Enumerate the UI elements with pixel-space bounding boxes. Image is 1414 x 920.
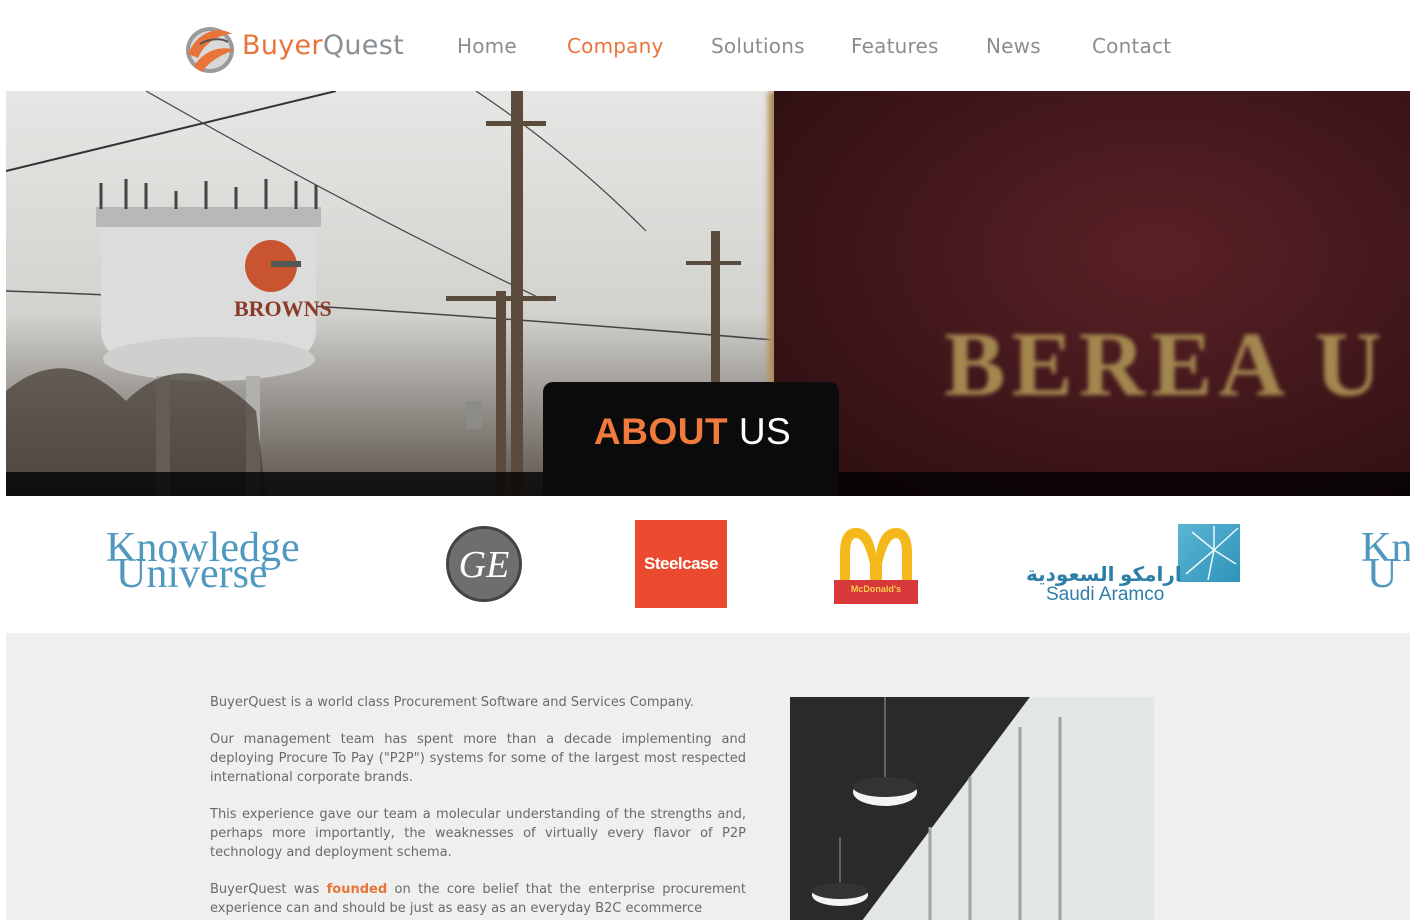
nav-contact[interactable]: Contact xyxy=(1092,34,1171,58)
logo-wordmark: BuyerQuest xyxy=(242,30,404,61)
buyerquest-logo[interactable]: BuyerQuest xyxy=(180,20,410,76)
nav-news[interactable]: News xyxy=(986,34,1041,58)
about-paragraph-3: This experience gave our team a molecula… xyxy=(210,807,746,860)
logo-word-quest: Quest xyxy=(322,30,404,61)
logo-word-buyer: Buyer xyxy=(242,30,323,61)
aramco-star-icon xyxy=(1178,524,1240,582)
about-paragraph-2: Our management team has spent more than … xyxy=(210,732,746,785)
aramco-english-text: Saudi Aramco xyxy=(1046,584,1165,605)
site-header: BuyerQuest Home Company Solutions Featur… xyxy=(6,6,1410,91)
page: BuyerQuest Home Company Solutions Featur… xyxy=(6,6,1410,920)
about-paragraph-4: BuyerQuest was founded on the core belie… xyxy=(210,880,746,918)
nav-home[interactable]: Home xyxy=(457,34,517,58)
mcdonalds-label: McDonald's xyxy=(850,584,902,594)
about-paragraph-4-pre: BuyerQuest was xyxy=(210,882,327,897)
page-title-rest: US xyxy=(738,411,792,452)
knowledge-universe-logo: Knowledge Universe xyxy=(106,527,300,594)
knowledge-universe-logo-partial: Kn U xyxy=(1361,527,1410,594)
page-title: ABOUT US xyxy=(594,411,791,453)
tower-text: BROWNS xyxy=(234,296,332,321)
ge-logo-text: GE xyxy=(458,544,510,586)
sign-text: BEREA U xyxy=(944,313,1388,415)
about-text: BuyerQuest is a world class Procurement … xyxy=(210,693,746,920)
ge-logo: GE xyxy=(446,526,522,602)
about-paragraph-1: BuyerQuest is a world class Procurement … xyxy=(210,695,694,710)
client-logos-strip: Knowledge Universe GE Steelcase McDonald… xyxy=(6,496,1410,633)
nav-features[interactable]: Features xyxy=(851,34,939,58)
buyerquest-logo-icon xyxy=(186,27,234,73)
hero-banner: BROWNS BEREA U ABOUT US xyxy=(6,91,1410,496)
steelcase-logo: Steelcase xyxy=(635,520,727,608)
founded-link[interactable]: founded xyxy=(327,882,388,897)
office-photo-image xyxy=(790,697,1154,920)
about-content: BuyerQuest is a world class Procurement … xyxy=(6,633,1410,920)
nav-company[interactable]: Company xyxy=(567,34,664,58)
nav-solutions[interactable]: Solutions xyxy=(711,34,805,58)
hero-photo-right xyxy=(774,91,1410,496)
page-title-highlight: ABOUT xyxy=(594,411,729,452)
mcdonalds-logo: McDonald's xyxy=(832,524,920,606)
office-photo xyxy=(790,697,1154,920)
